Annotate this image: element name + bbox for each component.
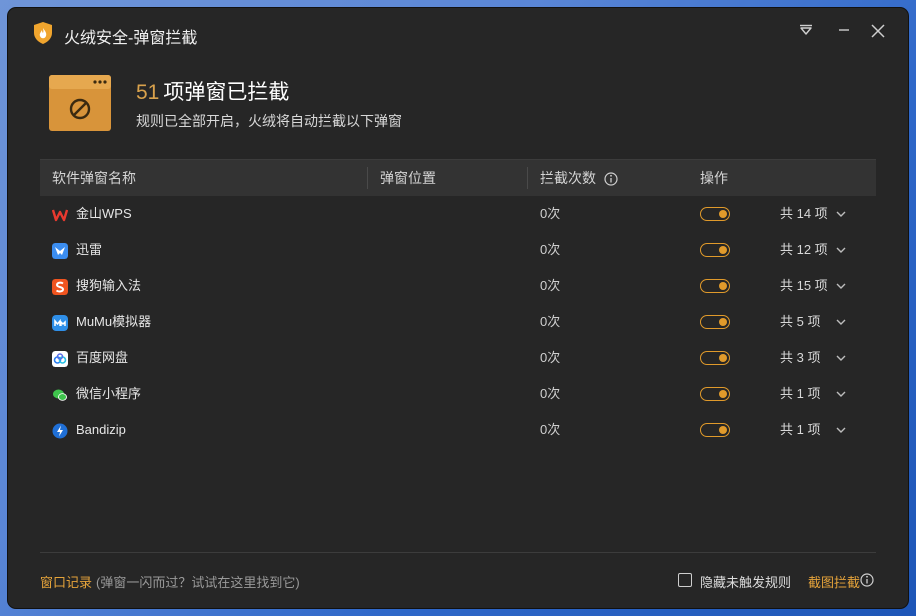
rule-count: 共 1 项 xyxy=(780,386,821,401)
toggle-knob xyxy=(719,210,727,218)
popup-block-window: 火绒安全-弹窗拦截 51 项弹窗已拦截 规则已全部开启，火绒将自动拦截以下弹窗 … xyxy=(8,8,908,608)
column-divider xyxy=(527,167,528,189)
info-icon[interactable] xyxy=(604,172,618,186)
rule-count: 共 14 项 xyxy=(780,206,828,221)
rule-count: 共 1 项 xyxy=(780,422,821,437)
rule-count: 共 15 项 xyxy=(780,278,828,293)
chevron-down-icon[interactable] xyxy=(836,318,846,326)
app-name: 微信小程序 xyxy=(76,386,142,401)
blocked-count: 51 xyxy=(136,81,160,104)
block-count: 0次 xyxy=(540,242,561,257)
app-name: 搜狗输入法 xyxy=(76,278,142,293)
column-block-count: 拦截次数 xyxy=(540,160,618,196)
app-name: Bandizip xyxy=(76,422,126,437)
sogou-icon xyxy=(52,279,68,295)
toggle-knob xyxy=(719,318,727,326)
xunlei-icon xyxy=(52,243,68,259)
chevron-down-icon[interactable] xyxy=(836,282,846,290)
info-icon[interactable] xyxy=(860,573,874,587)
window-history-hint: (弹窗一闪而过？试试在这里找到它) xyxy=(96,575,300,590)
chevron-down-icon[interactable] xyxy=(836,354,846,362)
window-title: 火绒安全-弹窗拦截 xyxy=(64,30,198,47)
bandizip-icon xyxy=(52,423,68,439)
app-name: 百度网盘 xyxy=(76,350,129,365)
block-count: 0次 xyxy=(540,278,561,293)
mumu-icon xyxy=(52,315,68,331)
close-button[interactable] xyxy=(868,22,888,42)
wps-icon xyxy=(52,209,68,222)
block-count: 0次 xyxy=(540,386,561,401)
table-header: 软件弹窗名称 弹窗位置 拦截次数 操作 xyxy=(40,159,876,196)
minimize-button[interactable] xyxy=(834,22,854,42)
wechat-icon xyxy=(53,389,67,401)
block-count: 0次 xyxy=(540,350,561,365)
column-divider xyxy=(367,167,368,189)
window-history-link[interactable]: 窗口记录 xyxy=(40,572,92,591)
chevron-down-icon[interactable] xyxy=(836,210,846,218)
column-app-name: 软件弹窗名称 xyxy=(52,170,136,186)
title-bar: 火绒安全-弹窗拦截 xyxy=(8,8,908,56)
close-icon xyxy=(871,24,885,38)
screenshot-block-link[interactable]: 截图拦截 xyxy=(808,572,860,591)
toggle-knob xyxy=(719,426,727,434)
app-name: 金山WPS xyxy=(76,206,132,221)
enable-toggle[interactable] xyxy=(700,207,730,221)
enable-toggle[interactable] xyxy=(700,315,730,329)
block-count: 0次 xyxy=(540,206,561,221)
rule-count: 共 5 项 xyxy=(780,314,821,329)
popup-app-list: 金山WPS 0次 共 14 项 迅雷 0次 共 12 项 搜狗输入法 0次 共 … xyxy=(40,196,876,448)
chevron-down-icon[interactable] xyxy=(836,426,846,434)
app-name: MuMu模拟器 xyxy=(76,314,152,329)
menu-triangle-icon xyxy=(800,24,812,35)
toggle-knob xyxy=(719,246,727,254)
column-position: 弹窗位置 xyxy=(380,170,436,186)
column-action: 操作 xyxy=(700,170,728,186)
chevron-down-icon[interactable] xyxy=(836,390,846,398)
list-item[interactable]: 微信小程序 0次 共 1 项 xyxy=(40,376,876,412)
rule-count: 共 12 项 xyxy=(780,242,828,257)
list-item[interactable]: 搜狗输入法 0次 共 15 项 xyxy=(40,268,876,304)
menu-dropdown-button[interactable] xyxy=(796,22,816,42)
block-count: 0次 xyxy=(540,314,561,329)
enable-toggle[interactable] xyxy=(700,387,730,401)
app-name: 迅雷 xyxy=(76,242,103,257)
list-item[interactable]: 迅雷 0次 共 12 项 xyxy=(40,232,876,268)
blocked-headline-text: 项弹窗已拦截 xyxy=(163,81,290,104)
list-item[interactable]: 百度网盘 0次 共 3 项 xyxy=(40,340,876,376)
footer-divider xyxy=(40,552,876,553)
hide-untriggered-label[interactable]: 隐藏未触发规则 xyxy=(700,572,791,591)
toggle-knob xyxy=(719,354,727,362)
blocked-summary-headline: 51 项弹窗已拦截 xyxy=(136,76,289,106)
huorong-logo-icon xyxy=(34,22,52,44)
enable-toggle[interactable] xyxy=(700,279,730,293)
list-item[interactable]: 金山WPS 0次 共 14 项 xyxy=(40,196,876,232)
block-count: 0次 xyxy=(540,422,561,437)
list-item[interactable]: MuMu模拟器 0次 共 5 项 xyxy=(40,304,876,340)
toggle-knob xyxy=(719,390,727,398)
minimize-icon xyxy=(839,29,849,31)
column-block-count-label: 拦截次数 xyxy=(540,170,596,186)
list-item[interactable]: Bandizip 0次 共 1 项 xyxy=(40,412,876,448)
hide-untriggered-checkbox[interactable] xyxy=(678,573,692,587)
blocked-window-icon xyxy=(49,75,111,131)
enable-toggle[interactable] xyxy=(700,351,730,365)
enable-toggle[interactable] xyxy=(700,243,730,257)
enable-toggle[interactable] xyxy=(700,423,730,437)
rule-count: 共 3 项 xyxy=(780,350,821,365)
blocked-summary-subline: 规则已全部开启，火绒将自动拦截以下弹窗 xyxy=(136,113,402,129)
chevron-down-icon[interactable] xyxy=(836,246,846,254)
baidu-netdisk-icon xyxy=(52,351,68,367)
toggle-knob xyxy=(719,282,727,290)
